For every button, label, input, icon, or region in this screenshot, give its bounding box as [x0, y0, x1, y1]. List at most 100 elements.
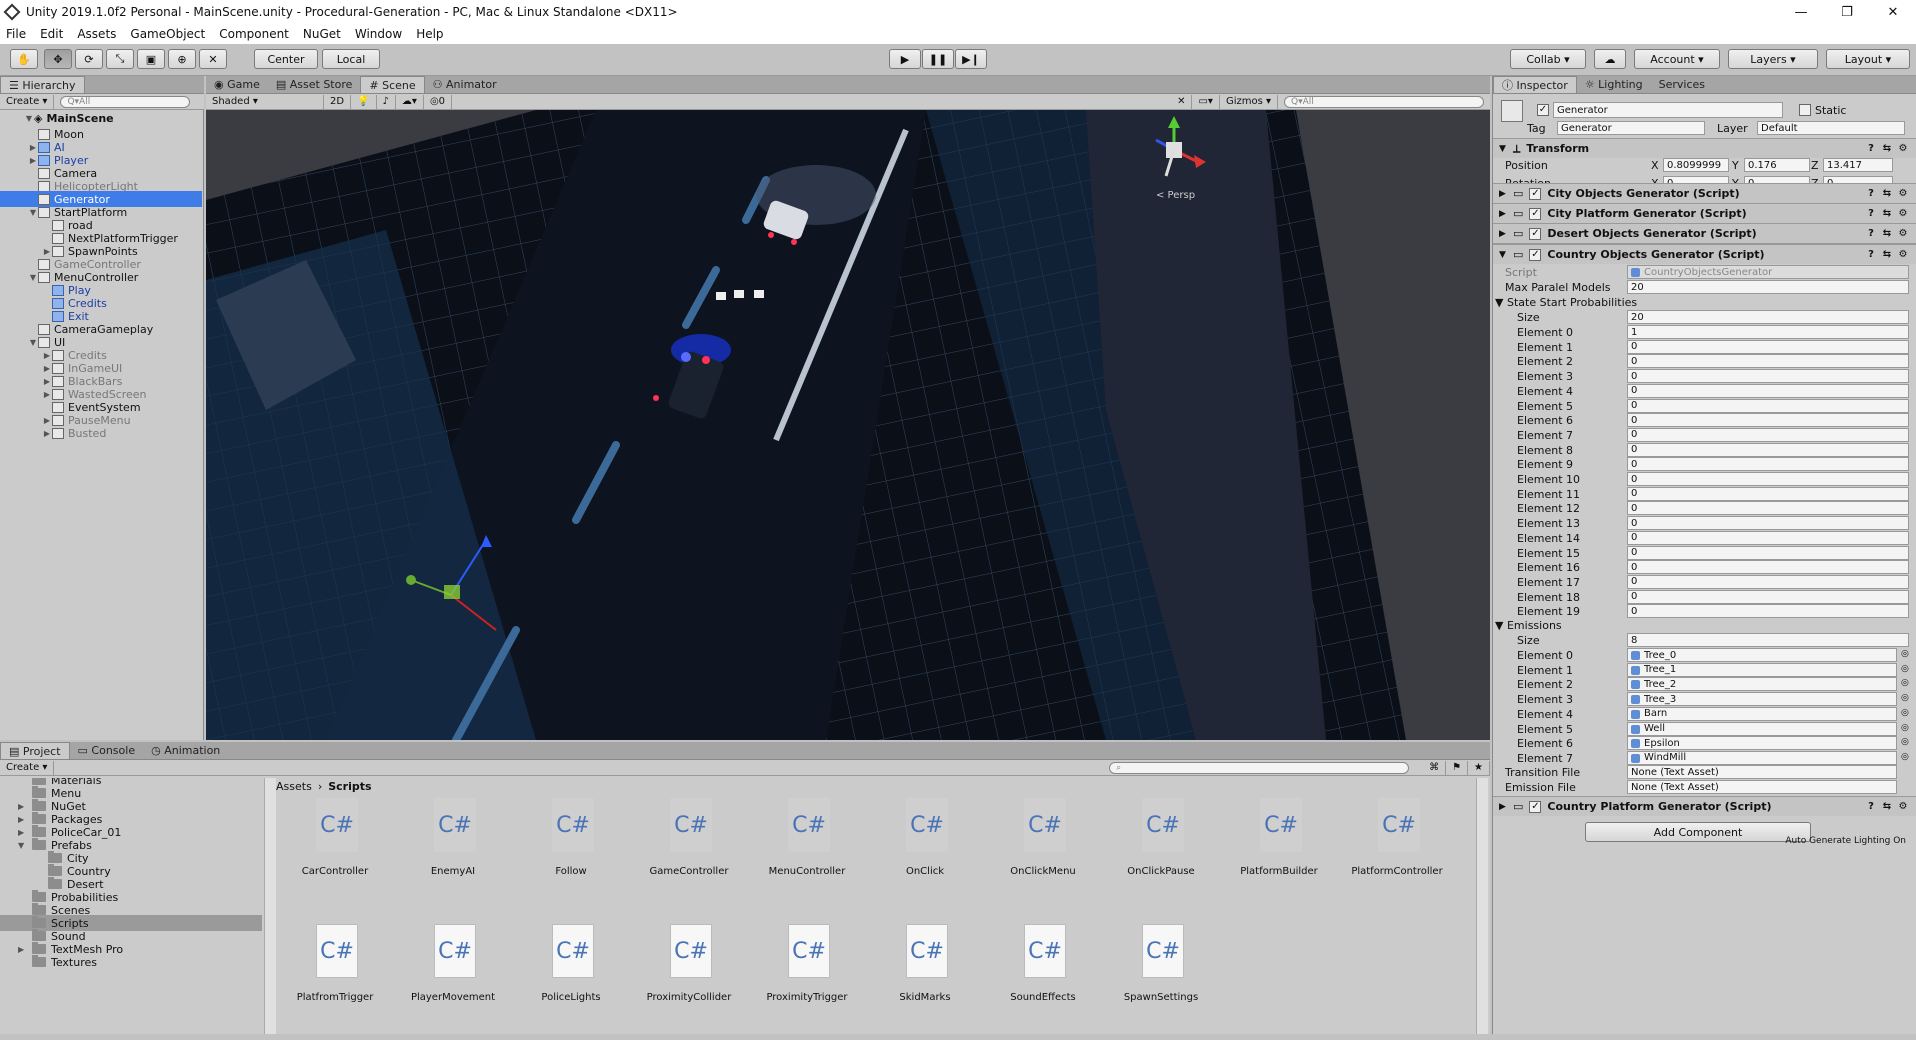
preset-icon[interactable]: ⇆ [1881, 188, 1893, 200]
ssp-element-field[interactable]: 0 [1627, 604, 1909, 619]
maximize-button[interactable]: ❐ [1824, 0, 1870, 24]
script-file[interactable]: C# PlatformBuilder [1220, 794, 1338, 914]
favorite-star-icon[interactable]: ★ [1468, 760, 1490, 775]
script-file[interactable]: C# OnClickPause [1102, 794, 1220, 914]
script-file[interactable]: C# Follow [512, 794, 630, 914]
light-toggle-icon[interactable]: 💡 [351, 94, 377, 109]
em-size-field[interactable]: 8 [1627, 633, 1909, 647]
shading-mode-dropdown[interactable]: Shaded ▾ [206, 94, 324, 109]
menu-file[interactable]: File [6, 27, 26, 41]
menu-window[interactable]: Window [355, 27, 402, 41]
project-create-button[interactable]: Create ▾ [0, 760, 55, 775]
preset-icon[interactable]: ⇆ [1881, 208, 1893, 220]
expand-arrow-icon[interactable]: ▼ [28, 273, 38, 282]
object-picker-icon[interactable]: ◎ [1901, 723, 1909, 733]
gear-icon[interactable]: ⚙ [1897, 228, 1909, 240]
preset-icon[interactable]: ⇆ [1881, 143, 1893, 155]
max-paralel-field[interactable]: 20 [1627, 280, 1909, 294]
perspective-label[interactable]: < Persp [1156, 190, 1195, 201]
pivot-center-button[interactable]: Center [254, 49, 318, 69]
script-component-header[interactable]: ▶ ▭ ✓ Desert Objects Generator (Script)? ⇆ ⚙ [1493, 223, 1916, 243]
expand-arrow-icon[interactable]: ▶ [42, 416, 52, 425]
em-element-field[interactable]: Tree_2 [1627, 677, 1897, 692]
custom-tool-icon[interactable]: ✕ [199, 49, 227, 69]
account-dropdown[interactable]: Account ▾ [1634, 49, 1720, 69]
ssp-element-field[interactable]: 0 [1627, 457, 1909, 472]
hierarchy-create-button[interactable]: Create ▾ [0, 94, 55, 109]
ssp-element-field[interactable]: 0 [1627, 369, 1909, 384]
expand-arrow-icon[interactable]: ▶ [42, 364, 52, 373]
em-element-field[interactable]: Epsilon [1627, 736, 1897, 751]
static-checkbox[interactable] [1799, 104, 1811, 116]
script-file[interactable]: C# PlayerMovement [394, 920, 512, 1040]
pivot-local-button[interactable]: Local [322, 49, 380, 69]
ssp-element-field[interactable]: 0 [1627, 574, 1909, 589]
scale-tool-icon[interactable]: ⤡ [106, 49, 134, 69]
help-icon[interactable]: ? [1865, 188, 1877, 200]
project-search-input[interactable]: ⌕ [1109, 761, 1410, 774]
transform-component-header[interactable]: ▼ ⟂ Transform ? ⇆ ⚙ [1493, 138, 1916, 158]
expand-arrow-icon[interactable]: ▶ [28, 156, 38, 165]
active-checkbox[interactable]: ✓ [1537, 104, 1549, 116]
tab-scene[interactable]: # Scene [360, 76, 425, 93]
script-file[interactable]: C# ProximityCollider [630, 920, 748, 1040]
tag-dropdown[interactable]: Generator [1557, 121, 1705, 135]
gear-icon[interactable]: ⚙ [1897, 188, 1909, 200]
script-file[interactable]: C# ProximityTrigger [748, 920, 866, 1040]
gizmos-dropdown[interactable]: Gizmos ▾ [1220, 94, 1278, 109]
object-picker-icon[interactable]: ◎ [1901, 752, 1909, 762]
menu-assets[interactable]: Assets [77, 27, 116, 41]
layout-dropdown[interactable]: Layout ▾ [1826, 49, 1910, 69]
folder-expand-arrow[interactable]: ▶ [18, 945, 28, 954]
help-icon[interactable]: ? [1865, 249, 1877, 261]
mode-2d-toggle[interactable]: 2D [324, 94, 352, 109]
script-file[interactable]: C# OnClick [866, 794, 984, 914]
ssp-element-field[interactable]: 1 [1627, 325, 1909, 339]
scene-root[interactable]: ▼ ◈ MainScene [0, 110, 202, 126]
object-picker-icon[interactable]: ◎ [1901, 649, 1909, 659]
country-expand-arrow[interactable]: ▼ [1499, 250, 1509, 260]
em-element-field[interactable]: Well [1627, 721, 1897, 736]
filter-type-icon[interactable]: ⌘ [1423, 760, 1447, 775]
hierarchy-search-input[interactable]: Q▾All [60, 95, 191, 108]
expand-arrow-icon[interactable]: ▶ [42, 390, 52, 399]
script-file[interactable]: C# OnClickMenu [984, 794, 1102, 914]
expand-arrow-icon[interactable]: ▶ [42, 429, 52, 438]
hand-tool-icon[interactable]: ✋ [10, 49, 38, 69]
script-file[interactable]: C# MenuController [748, 794, 866, 914]
help-icon[interactable]: ? [1865, 208, 1877, 220]
expand-arrow-icon[interactable]: ▼ [28, 338, 38, 347]
ssp-element-field[interactable]: 0 [1627, 486, 1909, 501]
tab-game[interactable]: ◉ Game [206, 76, 268, 93]
component-expand-arrow[interactable]: ▶ [1499, 209, 1509, 219]
scene-viewport[interactable]: < Persp [206, 110, 1490, 740]
country-platform-generator-header[interactable]: ▶ ▭ ✓ Country Platform Generator (Script… [1493, 796, 1916, 816]
folder-item[interactable]: Textures [0, 954, 262, 970]
script-component-header[interactable]: ▶ ▭ ✓ City Objects Generator (Script)? ⇆ ⚙ [1493, 183, 1916, 203]
rotate-tool-icon[interactable]: ⟳ [75, 49, 103, 69]
camera-settings-icon[interactable]: ▭▾ [1192, 94, 1220, 109]
expand-arrow-icon[interactable]: ▼ [28, 208, 38, 217]
ssp-size-field[interactable]: 20 [1627, 310, 1909, 324]
emission-file-field[interactable]: None (Text Asset) [1627, 780, 1897, 794]
emissions-foldout[interactable]: ▼ Emissions [1495, 619, 1562, 632]
preset-icon[interactable]: ⇆ [1881, 249, 1893, 261]
tab-hierarchy[interactable]: ☰ Hierarchy [0, 76, 85, 93]
object-picker-icon[interactable]: ◎ [1901, 664, 1909, 674]
audio-toggle-icon[interactable]: ♪ [377, 94, 396, 109]
scene-search-input[interactable]: Q▾All [1284, 95, 1484, 108]
ssp-element-field[interactable]: 0 [1627, 427, 1909, 442]
script-file[interactable]: C# GameController [630, 794, 748, 914]
script-file[interactable]: C# PoliceLights [512, 920, 630, 1040]
folder-expand-arrow[interactable]: ▼ [18, 841, 28, 850]
move-tool-icon[interactable]: ✥ [44, 49, 72, 69]
ssp-element-field[interactable]: 0 [1627, 398, 1909, 413]
scene-expand-arrow[interactable]: ▼ [24, 114, 34, 123]
preset-icon[interactable]: ⇆ [1881, 801, 1893, 813]
object-picker-icon[interactable]: ◎ [1901, 708, 1909, 718]
ssp-element-field[interactable]: 0 [1627, 545, 1909, 560]
help-icon[interactable]: ? [1865, 228, 1877, 240]
folder-expand-arrow[interactable]: ▶ [18, 815, 28, 824]
menu-edit[interactable]: Edit [40, 27, 63, 41]
component-enabled-checkbox[interactable]: ✓ [1529, 227, 1542, 240]
